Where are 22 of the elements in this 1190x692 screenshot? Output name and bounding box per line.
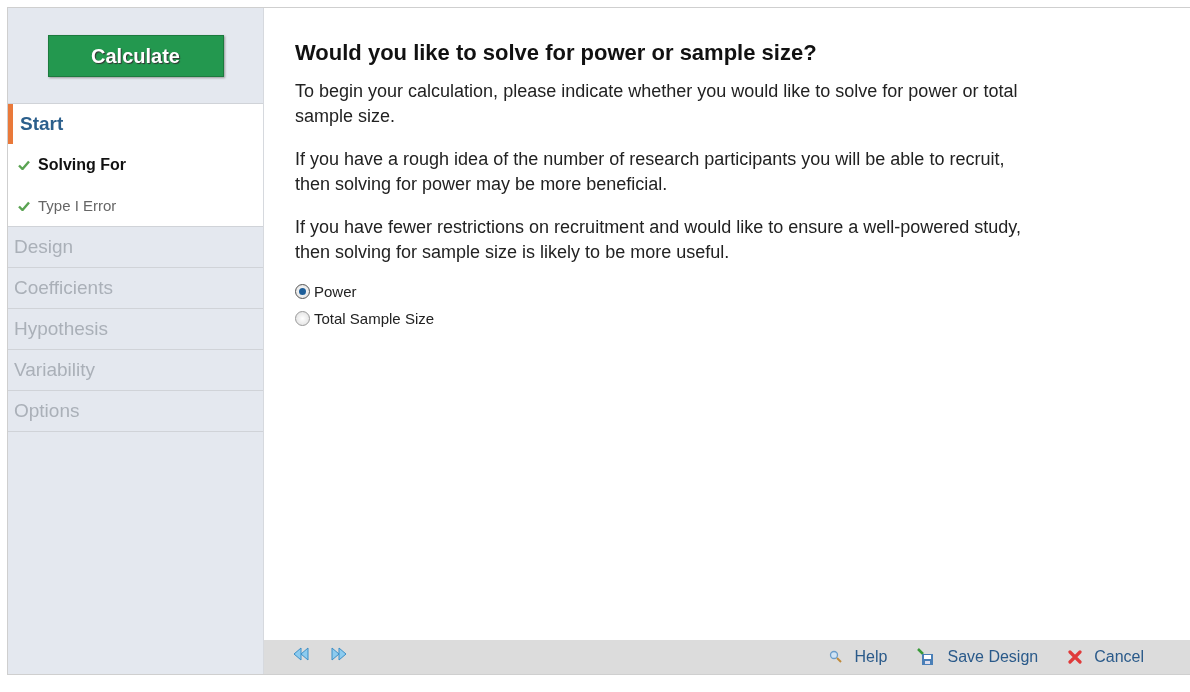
calculate-button[interactable]: Calculate	[47, 35, 224, 77]
close-icon	[1068, 650, 1083, 664]
radio-button[interactable]	[295, 311, 310, 326]
footer-link[interactable]: Help	[828, 648, 888, 666]
search-icon	[828, 650, 843, 664]
nav-step[interactable]: Type I Error	[8, 185, 263, 227]
rewind-icon[interactable]	[292, 647, 310, 661]
check-icon	[18, 200, 30, 211]
nav-section[interactable]: Start	[8, 104, 263, 144]
page-heading: Would you like to solve for power or sample size?	[295, 40, 818, 66]
radio-button[interactable]	[295, 284, 310, 299]
paragraph: If you have a rough idea of the number of research participants you will be able to recruit, then solving for power may be more beneficial.	[295, 148, 1006, 196]
paragraph: To begin your calculation, please indicate whether you would like to solve for power or total sample size.	[295, 80, 1019, 128]
footer-link[interactable]: Cancel	[1068, 648, 1144, 666]
radio-option[interactable]: Power	[295, 283, 357, 300]
fast-forward-icon[interactable]	[330, 647, 348, 661]
save-icon	[917, 648, 936, 666]
footer-link[interactable]: Save Design	[917, 648, 1039, 666]
check-icon	[18, 159, 30, 170]
paragraph: If you have fewer restrictions on recruitment and would like to ensure a well-powered study, then solving for sample size is likely to be more useful.	[295, 216, 1023, 264]
radio-option[interactable]: Total Sample Size	[295, 310, 435, 327]
nav-step[interactable]: Solving For	[8, 144, 263, 185]
